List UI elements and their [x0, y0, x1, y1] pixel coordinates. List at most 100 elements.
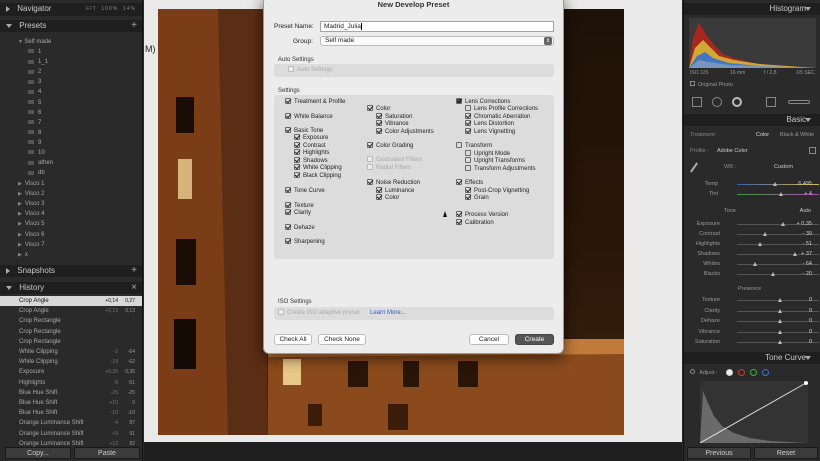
setting-checkbox[interactable] [294, 157, 300, 164]
curve-green-channel-icon[interactable] [750, 369, 757, 376]
preset-folder[interactable]: ▶ x [0, 250, 142, 260]
treatment-color-button[interactable]: Color [756, 132, 769, 138]
slider-value[interactable]: 0 [809, 339, 812, 345]
preset-folder[interactable]: ▶ Visco 3 [0, 199, 142, 209]
history-row[interactable]: Blue Hue Shift -25 -25 [0, 388, 142, 398]
check-none-button[interactable]: Check None [318, 334, 366, 345]
setting-checkbox[interactable] [456, 179, 462, 186]
setting-option[interactable]: Highlights [294, 149, 329, 157]
setting-option[interactable]: Effects [456, 179, 483, 187]
history-row[interactable]: Highlights -8 -51 [0, 378, 142, 388]
history-row[interactable]: Crop Rectangle [0, 316, 142, 326]
preset-item[interactable]: db [0, 168, 142, 178]
history-row[interactable]: White Clipping -2 -64 [0, 347, 142, 357]
setting-checkbox[interactable] [294, 134, 300, 141]
slider-value[interactable]: 0 [809, 308, 812, 314]
original-photo-toggle[interactable]: Original Photo [690, 81, 733, 88]
cancel-button[interactable]: Cancel [469, 334, 509, 345]
setting-checkbox[interactable] [367, 164, 373, 171]
setting-checkbox[interactable] [285, 98, 291, 105]
setting-option[interactable]: Black Clipping [294, 172, 341, 180]
slider-knob[interactable] [757, 242, 762, 246]
curve-point-icon[interactable] [726, 369, 733, 376]
slider-value[interactable]: 0 [809, 297, 812, 303]
copy-button[interactable]: Copy... [5, 447, 71, 459]
check-all-button[interactable]: Check All [274, 334, 312, 345]
setting-checkbox[interactable] [456, 219, 462, 226]
setting-checkbox[interactable] [376, 120, 382, 127]
slider-value[interactable]: + 0,35 [797, 221, 812, 227]
history-row[interactable]: Orange Luminance Shift -4 87 [0, 418, 142, 428]
setting-option[interactable]: Tone Curve [285, 187, 325, 195]
setting-option[interactable]: Vibrance [376, 120, 409, 128]
preset-item[interactable]: 6 [0, 108, 142, 118]
masking-tool-icon[interactable] [766, 97, 776, 107]
wb-select[interactable]: Custom [774, 164, 793, 170]
tone-curve-graph[interactable] [700, 381, 808, 443]
zoom-100[interactable]: 100% [101, 6, 118, 12]
setting-option[interactable]: Clarity [285, 209, 311, 217]
learn-more-link[interactable]: Learn More... [370, 309, 406, 317]
history-row[interactable]: Crop Angle +0,13 0,13 [0, 306, 142, 316]
setting-checkbox[interactable] [285, 238, 291, 245]
slider-track[interactable] [737, 340, 819, 344]
zoom-14[interactable]: 14% [123, 6, 136, 12]
slider-knob[interactable] [778, 340, 782, 344]
setting-option[interactable]: Transform Adjustments [465, 165, 535, 173]
setting-checkbox[interactable] [465, 113, 471, 120]
iso-adaptive-checkbox[interactable] [278, 309, 284, 316]
slider-knob[interactable] [773, 182, 778, 186]
treatment-bw-button[interactable]: Black & White [780, 132, 814, 138]
preset-folder[interactable]: ▶ Visco 6 [0, 230, 142, 240]
preset-item[interactable]: 2 [0, 67, 142, 77]
slider-value[interactable]: 0 [809, 318, 812, 324]
history-row[interactable]: White Clipping -19 -62 [0, 357, 142, 367]
add-snapshot-icon[interactable]: + [131, 265, 137, 277]
setting-checkbox[interactable] [294, 172, 300, 179]
setting-checkbox[interactable] [367, 142, 373, 149]
setting-checkbox[interactable] [285, 224, 291, 231]
setting-option[interactable]: Lens Vignetting [465, 128, 515, 136]
history-row[interactable]: Exposure +0,35 0,35 [0, 367, 142, 377]
history-row[interactable]: Orange Luminance Shift +9 91 [0, 429, 142, 439]
setting-option[interactable]: Color [376, 194, 399, 202]
setting-option[interactable]: Treatment & Profile [285, 98, 345, 106]
setting-option[interactable]: Radial Filters [367, 164, 411, 172]
setting-option[interactable]: Upright Transforms [465, 157, 525, 165]
slider-value[interactable]: - 39 [803, 231, 812, 237]
setting-checkbox[interactable] [465, 165, 471, 172]
setting-option[interactable]: Graduated Filters [367, 156, 422, 164]
slider-knob[interactable] [778, 308, 782, 313]
setting-checkbox[interactable] [456, 142, 462, 149]
temp-value[interactable]: 6.495 [798, 181, 812, 187]
setting-checkbox[interactable] [456, 211, 462, 218]
slider-value[interactable]: - 20 [803, 271, 812, 277]
slider-knob[interactable] [763, 232, 768, 236]
auto-settings-checkbox[interactable] [288, 66, 294, 73]
slider-value[interactable]: 0 [809, 329, 812, 335]
slider-knob[interactable] [778, 298, 782, 302]
history-header[interactable]: History × [0, 282, 142, 294]
history-row[interactable]: Blue Hue Shift -10 -10 [0, 408, 142, 418]
setting-checkbox[interactable] [376, 128, 382, 135]
slider-knob[interactable] [778, 329, 782, 334]
setting-option[interactable]: White Balance [285, 113, 333, 121]
setting-checkbox[interactable] [285, 209, 291, 216]
add-preset-icon[interactable]: + [131, 20, 137, 32]
setting-checkbox[interactable] [376, 187, 382, 194]
preset-folder[interactable]: ▶ Visco 1 [0, 179, 142, 189]
preset-item[interactable]: 1_1 [0, 57, 142, 67]
preset-folder[interactable]: ▶ Visco 2 [0, 189, 142, 199]
preset-item[interactable]: athen [0, 158, 142, 168]
slider-track[interactable] [737, 298, 819, 302]
preset-folder-self-made[interactable]: ▼ Self made [0, 37, 142, 47]
redeye-tool-icon[interactable] [732, 97, 742, 107]
setting-checkbox[interactable] [294, 149, 300, 156]
slider-knob[interactable] [771, 272, 776, 276]
zoom-fit[interactable]: FIT [86, 6, 97, 12]
crop-tool-icon[interactable] [692, 97, 702, 107]
preset-folder[interactable]: ▶ Visco 4 [0, 209, 142, 219]
setting-checkbox[interactable] [294, 164, 300, 171]
slider-knob[interactable] [778, 192, 783, 196]
curve-red-channel-icon[interactable] [738, 369, 745, 376]
